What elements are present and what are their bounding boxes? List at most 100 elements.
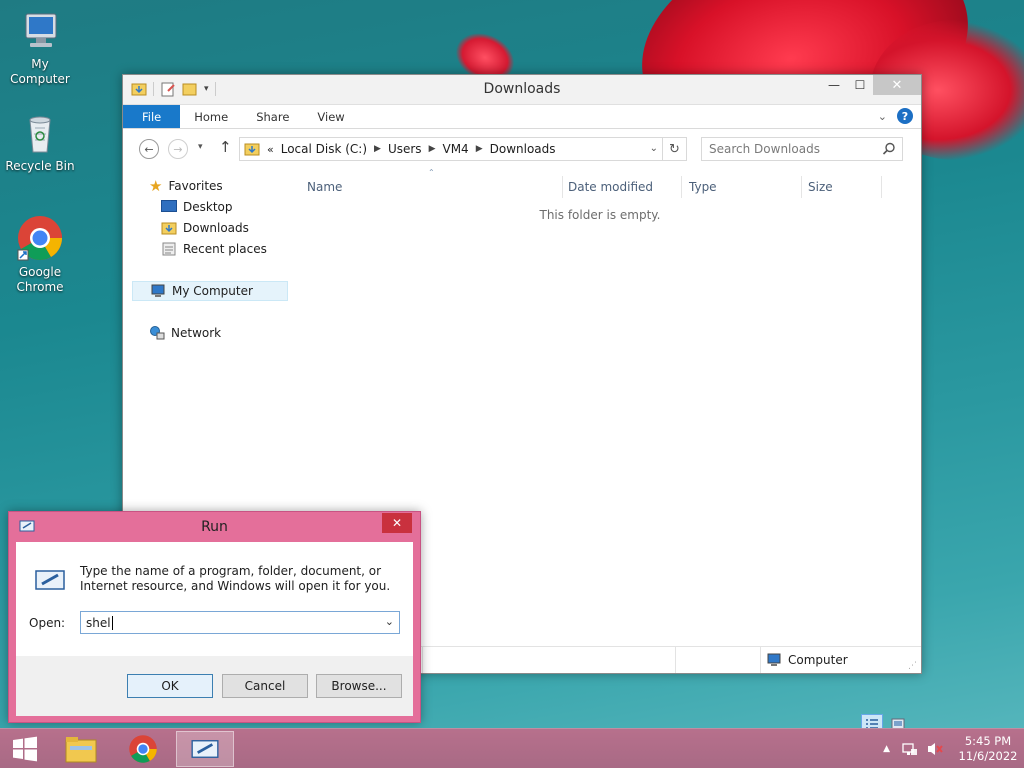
desktop-icon-label: My Computer xyxy=(10,57,70,86)
column-header-date-modified[interactable]: Date modified xyxy=(568,180,653,194)
nav-item-my-computer[interactable]: My Computer xyxy=(132,281,288,301)
desktop-icon xyxy=(161,200,177,212)
recent-places-icon xyxy=(162,242,176,256)
browse-button[interactable]: Browse... xyxy=(316,674,402,698)
tab-view[interactable]: View xyxy=(303,105,358,128)
resize-grip-icon[interactable]: ⋰ xyxy=(908,661,917,671)
run-app-icon xyxy=(191,740,219,758)
forward-button[interactable]: → xyxy=(168,139,188,159)
help-icon[interactable]: ? xyxy=(897,108,913,124)
breadcrumb-users[interactable]: Users xyxy=(388,142,422,156)
breadcrumb-downloads[interactable]: Downloads xyxy=(490,142,556,156)
desktop-icon-label: Recycle Bin xyxy=(5,159,75,173)
text-caret xyxy=(111,615,113,630)
taskbar-file-explorer[interactable] xyxy=(52,731,110,767)
arrow-left-icon: ← xyxy=(144,142,154,156)
star-icon: ★ xyxy=(149,177,163,195)
volume-muted-icon[interactable] xyxy=(926,741,944,757)
chevron-right-icon[interactable]: ▶ xyxy=(429,144,436,154)
address-bar[interactable]: « Local Disk (C:) ▶ Users ▶ VM4 ▶ Downlo… xyxy=(239,137,663,161)
minimize-icon: — xyxy=(828,78,840,92)
run-dialog-title: Run xyxy=(201,519,228,535)
recycle-bin-icon xyxy=(29,116,51,153)
clock-time: 5:45 PM xyxy=(964,734,1012,748)
cancel-button[interactable]: Cancel xyxy=(222,674,308,698)
tab-home[interactable]: Home xyxy=(180,105,242,128)
run-dialog-body: Type the name of a program, folder, docu… xyxy=(16,542,413,656)
network-icon xyxy=(150,326,165,340)
navigation-bar: ← → ▾ ↑ « Local Disk (C:) ▶ Users ▶ VM4 … xyxy=(123,129,921,167)
desktop-icon-recycle-bin[interactable]: Recycle Bin xyxy=(0,112,80,174)
start-button[interactable] xyxy=(0,731,50,767)
back-button[interactable]: ← xyxy=(139,139,159,159)
nav-item-desktop[interactable]: Desktop xyxy=(161,197,233,217)
network-status-icon[interactable] xyxy=(902,741,918,757)
status-location: Computer xyxy=(766,652,848,668)
desktop-icon-my-computer[interactable]: My Computer xyxy=(0,10,80,87)
ok-button[interactable]: OK xyxy=(127,674,213,698)
desktop-icon-label: Google Chrome xyxy=(16,265,64,294)
empty-folder-message: This folder is empty. xyxy=(539,208,661,222)
nav-item-label: Favorites xyxy=(168,179,223,193)
computer-icon xyxy=(767,653,781,666)
close-icon: ✕ xyxy=(391,516,403,530)
nav-item-network[interactable]: Network xyxy=(149,323,221,343)
run-close-button[interactable]: ✕ xyxy=(382,513,412,533)
chrome-icon xyxy=(17,216,62,261)
close-button[interactable]: ✕ xyxy=(873,75,921,95)
show-hidden-icons-icon[interactable]: ▲ xyxy=(883,744,890,754)
breadcrumb-vm4[interactable]: VM4 xyxy=(442,142,468,156)
window-title: Downloads xyxy=(483,81,561,97)
nav-item-label: Downloads xyxy=(183,221,249,235)
breadcrumb-local-disk[interactable]: Local Disk (C:) xyxy=(281,142,367,156)
recent-locations-icon[interactable]: ▾ xyxy=(198,142,203,152)
nav-item-downloads[interactable]: Downloads xyxy=(161,218,249,238)
minimize-button[interactable]: — xyxy=(821,75,847,95)
chevron-down-icon[interactable]: ⌄ xyxy=(650,143,658,154)
arrow-right-icon: → xyxy=(173,142,183,156)
column-header-name[interactable]: Name xyxy=(307,180,342,194)
search-placeholder: Search Downloads xyxy=(709,142,820,156)
breadcrumb-overflow[interactable]: « xyxy=(267,143,274,156)
chevron-right-icon[interactable]: ▶ xyxy=(476,144,483,154)
taskbar-run[interactable] xyxy=(176,731,234,767)
maximize-button[interactable]: ☐ xyxy=(847,75,873,95)
column-header-type[interactable]: Type xyxy=(689,180,717,194)
search-input[interactable]: Search Downloads xyxy=(701,137,903,161)
downloads-icon xyxy=(161,222,177,235)
chevron-right-icon[interactable]: ▶ xyxy=(374,144,381,154)
nav-item-label: Desktop xyxy=(183,200,233,214)
taskbar-google-chrome[interactable] xyxy=(114,731,172,767)
refresh-icon: ↻ xyxy=(669,141,680,157)
column-divider xyxy=(801,176,802,198)
run-dialog-footer: OK Cancel Browse... xyxy=(16,656,413,716)
clock[interactable]: 5:45 PM 11/6/2022 xyxy=(952,734,1024,764)
nav-item-label: Network xyxy=(171,326,222,340)
computer-icon xyxy=(151,284,165,297)
run-large-icon xyxy=(35,570,65,590)
run-dialog[interactable]: Run ✕ Type the name of a program, folder… xyxy=(8,511,421,723)
ribbon-tabs: File Home Share View ⌄ ? xyxy=(123,105,921,129)
up-button[interactable]: ↑ xyxy=(219,138,232,156)
explorer-titlebar[interactable]: ▾ Downloads — ☐ ✕ xyxy=(123,75,921,105)
nav-item-recent-places[interactable]: Recent places xyxy=(161,239,267,259)
refresh-button[interactable]: ↻ xyxy=(663,137,687,161)
expand-ribbon-icon[interactable]: ⌄ xyxy=(878,110,887,123)
column-divider xyxy=(681,176,682,198)
tab-share[interactable]: Share xyxy=(242,105,303,128)
search-icon xyxy=(882,142,895,155)
column-divider xyxy=(562,176,563,198)
open-input-value[interactable]: shel xyxy=(86,616,111,630)
nav-item-label: Recent places xyxy=(183,242,267,256)
maximize-icon: ☐ xyxy=(854,78,866,92)
chevron-down-icon[interactable]: ⌄ xyxy=(385,615,394,628)
status-divider xyxy=(422,647,423,673)
open-label: Open: xyxy=(29,616,66,630)
desktop-icon-google-chrome[interactable]: Google Chrome xyxy=(0,214,80,295)
nav-item-favorites[interactable]: ★ Favorites xyxy=(149,176,223,196)
close-icon: ✕ xyxy=(891,77,903,93)
open-combobox[interactable]: shel ⌄ xyxy=(80,611,400,634)
system-tray: ▲ 5:45 PM 11/6/2022 xyxy=(883,729,1024,768)
tab-file[interactable]: File xyxy=(123,105,181,128)
column-header-size[interactable]: Size xyxy=(808,180,833,194)
